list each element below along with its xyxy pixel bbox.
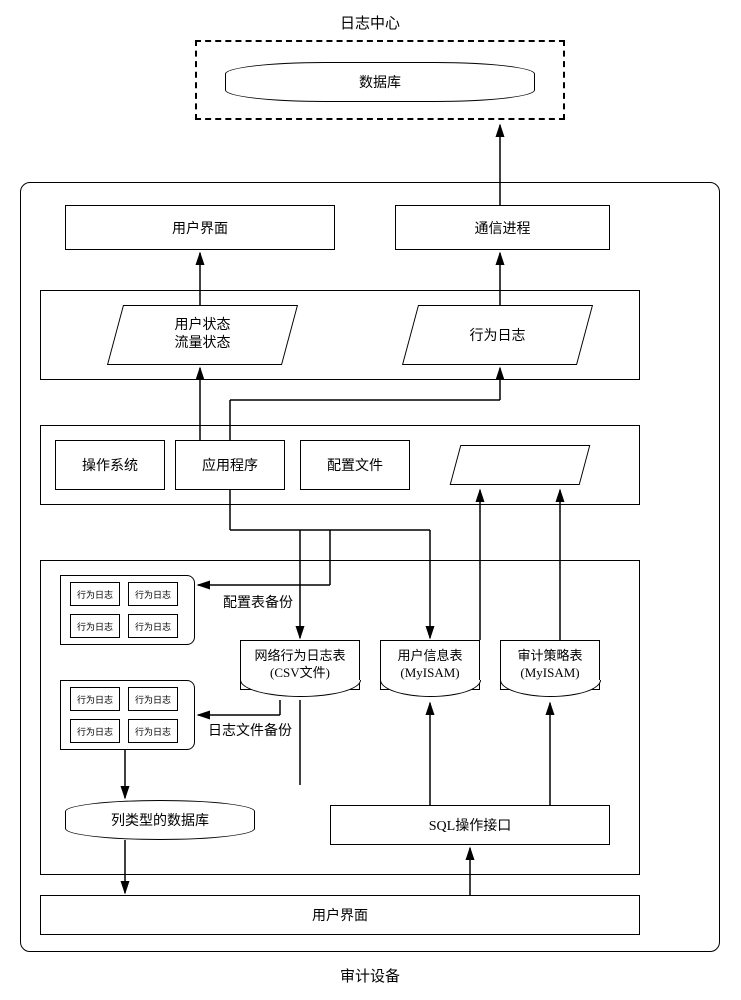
audit-policy-text: 审计策略表 (MyISAM)	[517, 648, 582, 682]
doc1-1: 行为日志	[70, 582, 120, 606]
network-log-text: 网络行为日志表 (CSV文件)	[254, 648, 345, 682]
comm-process-box: 通信进程	[395, 205, 610, 250]
app-box: 应用程序	[175, 440, 285, 490]
app-text: 应用程序	[202, 455, 258, 475]
sql-interface-text: SQL操作接口	[429, 815, 511, 835]
user-state-text: 用户状态 流量状态	[175, 317, 231, 353]
log-backup-label: 日志文件备份	[208, 720, 292, 740]
config-file-box: 配置文件	[300, 440, 410, 490]
os-box: 操作系统	[55, 440, 165, 490]
doc1-2: 行为日志	[128, 582, 178, 606]
doc2-4: 行为日志	[128, 719, 178, 743]
column-db-cylinder: 列类型的数据库	[65, 800, 255, 840]
behavior-log-text: 行为日志	[470, 325, 526, 345]
doc1-3: 行为日志	[70, 614, 120, 638]
user-interface-top-text: 用户界面	[172, 218, 228, 238]
database-text: 数据库	[359, 72, 401, 92]
audit-policy-table: 审计策略表 (MyISAM)	[500, 640, 600, 690]
network-log-table: 网络行为日志表 (CSV文件)	[240, 640, 360, 690]
cf-parallelogram	[455, 445, 585, 485]
user-info-table: 用户信息表 (MyISAM)	[380, 640, 480, 690]
audit-device-label: 审计设备	[340, 965, 400, 986]
comm-process-text: 通信进程	[475, 218, 531, 238]
os-text: 操作系统	[82, 455, 138, 475]
config-backup-label: 配置表备份	[223, 592, 293, 612]
database-cylinder: 数据库	[225, 62, 535, 102]
user-info-text: 用户信息表 (MyISAM)	[397, 648, 462, 682]
user-interface-bottom-text: 用户界面	[312, 905, 368, 925]
sql-interface-box: SQL操作接口	[330, 805, 610, 845]
column-db-text: 列类型的数据库	[111, 810, 209, 830]
user-interface-bottom-box: 用户界面	[40, 895, 640, 935]
config-file-text: 配置文件	[327, 455, 383, 475]
doc2-3: 行为日志	[70, 719, 120, 743]
doc2-2: 行为日志	[128, 687, 178, 711]
user-interface-top-box: 用户界面	[65, 205, 335, 250]
behavior-log-parallelogram: 行为日志	[410, 305, 585, 365]
doc2-1: 行为日志	[70, 687, 120, 711]
log-center-label: 日志中心	[340, 12, 400, 33]
user-state-parallelogram: 用户状态 流量状态	[115, 305, 290, 365]
doc1-4: 行为日志	[128, 614, 178, 638]
